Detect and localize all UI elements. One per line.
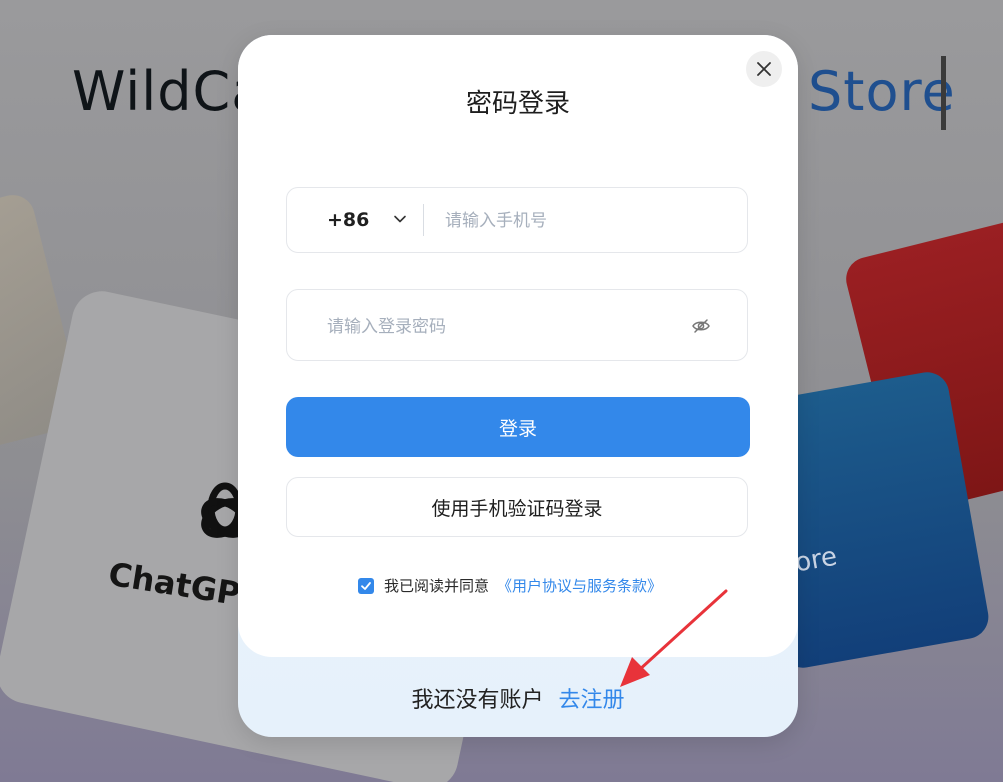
modal-title: 密码登录 [465,89,570,119]
background-title-right: Store [808,60,956,123]
chevron-down-icon[interactable] [393,212,407,226]
agreement-checkbox[interactable] [358,577,374,594]
register-prompt-text: 我还没有账户 [411,688,544,713]
annotation-arrow-icon [620,589,728,687]
login-button[interactable]: 登录 [286,397,750,457]
password-field [286,289,748,361]
login-form-panel: 密码登录 +86 登录 使用手机验证码登录 我 [238,35,798,657]
phone-field: +86 [286,187,748,253]
background-title-left: WildCa [72,60,266,123]
close-icon [757,62,771,76]
field-divider [423,204,424,236]
phone-input[interactable] [443,206,737,236]
password-input[interactable] [325,312,669,342]
text-caret [941,56,946,130]
sms-login-button[interactable]: 使用手机验证码登录 [286,477,748,537]
agreement-text: 我已阅读并同意 [384,577,490,595]
eye-off-icon[interactable] [691,316,711,336]
country-code-select[interactable]: +86 [327,209,369,231]
close-button[interactable] [746,51,782,87]
background-title: WildCa Store [72,60,955,123]
check-icon [361,581,371,590]
